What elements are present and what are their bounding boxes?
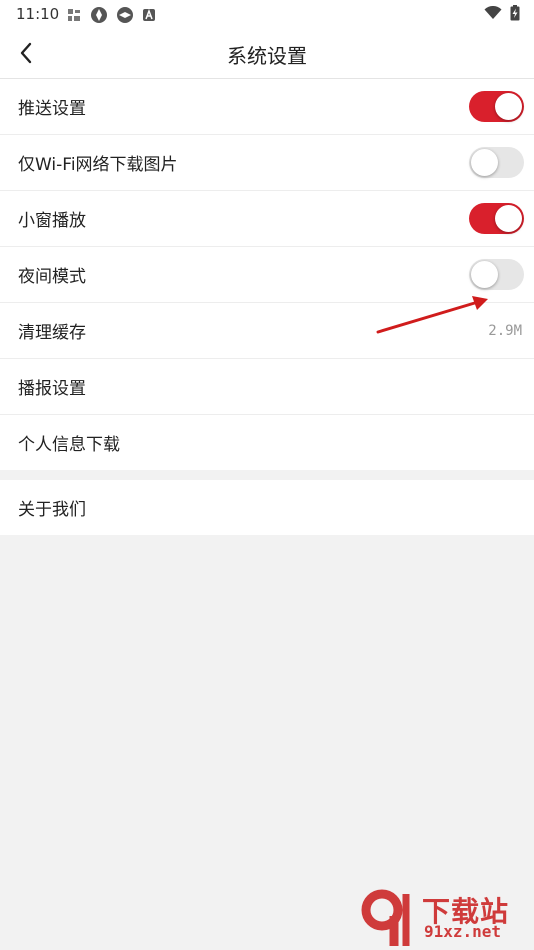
about-us-label: 关于我们 xyxy=(18,500,86,520)
watermark-url: 91xz.net xyxy=(424,922,502,941)
about-section: 关于我们 xyxy=(0,480,534,535)
clear-cache-row[interactable]: 清理缓存 2.9M xyxy=(0,303,534,359)
a-badge-icon xyxy=(143,8,155,21)
personal-info-download-row[interactable]: 个人信息下载 xyxy=(0,415,534,470)
shutter-icon xyxy=(91,7,107,23)
broadcast-settings-row[interactable]: 播报设置 xyxy=(0,359,534,415)
night-mode-row[interactable]: 夜间模式 xyxy=(0,247,534,303)
night-mode-label: 夜间模式 xyxy=(18,267,86,287)
mini-window-row[interactable]: 小窗播放 xyxy=(0,191,534,247)
night-mode-toggle[interactable] xyxy=(469,259,524,290)
broadcast-settings-label: 播报设置 xyxy=(18,379,86,399)
toggle-knob xyxy=(495,93,522,120)
mini-window-toggle[interactable] xyxy=(469,203,524,234)
push-setting-row[interactable]: 推送设置 xyxy=(0,79,534,135)
clear-cache-label: 清理缓存 xyxy=(18,323,86,343)
about-us-row[interactable]: 关于我们 xyxy=(0,480,534,535)
app-notification-icon xyxy=(68,9,80,21)
wifi-only-label: 仅Wi-Fi网络下载图片 xyxy=(18,155,178,175)
page-title: 系统设置 xyxy=(227,44,307,68)
toggle-knob xyxy=(471,261,498,288)
watermark-logo-icon xyxy=(361,889,410,946)
status-system-icons xyxy=(484,5,520,21)
toggle-knob xyxy=(495,205,522,232)
push-setting-toggle[interactable] xyxy=(469,91,524,122)
wifi-only-row[interactable]: 仅Wi-Fi网络下载图片 xyxy=(0,135,534,191)
status-bar: 11:10 xyxy=(0,0,534,28)
wifi-icon xyxy=(484,6,502,19)
push-setting-label: 推送设置 xyxy=(18,99,86,119)
mini-window-label: 小窗播放 xyxy=(18,211,86,231)
personal-info-download-label: 个人信息下载 xyxy=(18,435,120,455)
toggle-knob xyxy=(471,149,498,176)
site-watermark: 下载站 91xz.net xyxy=(360,888,530,948)
cache-size-value: 2.9M xyxy=(488,322,522,339)
status-notification-icons xyxy=(66,6,156,24)
shutter-icon-2 xyxy=(117,7,133,23)
status-time: 11:10 xyxy=(16,5,60,23)
app-header: 系统设置 xyxy=(0,28,534,79)
wifi-only-toggle[interactable] xyxy=(469,147,524,178)
battery-charging-icon xyxy=(510,5,520,21)
settings-list: 推送设置 仅Wi-Fi网络下载图片 小窗播放 夜间模式 清理缓存 2.9M 播报… xyxy=(0,79,534,470)
